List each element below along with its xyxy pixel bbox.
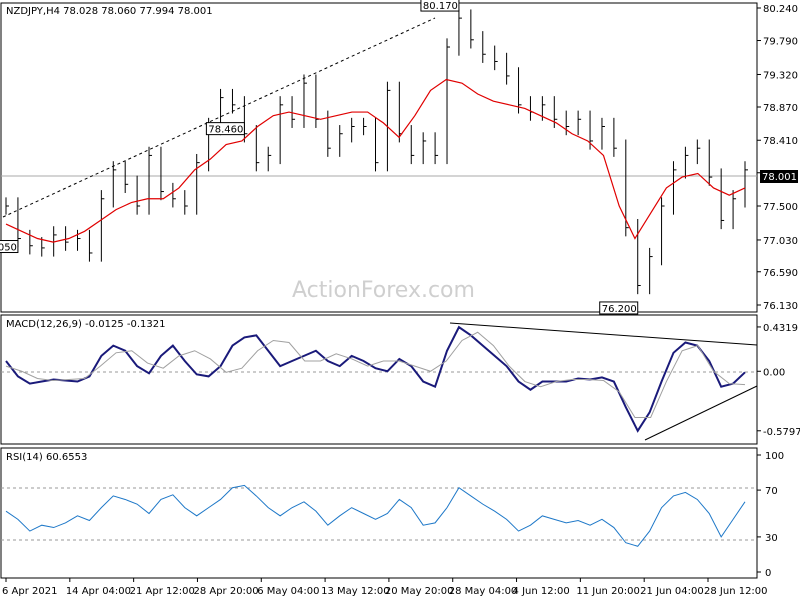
rsi-y-tick-label: 70: [765, 486, 778, 497]
x-axis: 6 Apr 2021 14 Apr 04:0021 Apr 12:0028 Apr…: [2, 578, 768, 597]
price-y-tick-label: 79.790: [763, 37, 798, 48]
price-annotation: 77.050: [0, 240, 19, 254]
macd-y-axis: 0.4319 0.00 -0.5797: [757, 323, 800, 438]
rsi-y-tick-label: 0: [765, 568, 771, 579]
x-tick-label: 20 May 20:00: [385, 586, 454, 597]
rsi-y-axis: 100 70 30 0: [757, 451, 784, 579]
price-annotation-label: 78.460: [208, 125, 243, 136]
last-price-value: 78.001: [762, 172, 797, 183]
macd-header: MACD(12,26,9) -0.0125 -0.1321: [6, 319, 166, 330]
price-y-tick-label: 77.500: [763, 202, 798, 213]
x-tick-label: 14 Apr 04:00: [66, 586, 131, 597]
price-annotation: 78.460: [205, 122, 245, 136]
x-tick-label: 28 Apr 20:00: [193, 586, 258, 597]
chart-figure: NZDJPY,H4 78.028 78.060 77.994 78.001 Ac…: [0, 0, 800, 597]
price-y-tick-label: 80.240: [763, 4, 798, 15]
price-y-tick-label: 77.030: [763, 236, 798, 247]
price-y-tick-label: 78.410: [763, 136, 798, 147]
x-tick-label: 6 May 04:00: [257, 586, 319, 597]
rsi-header: RSI(14) 60.6553: [6, 452, 87, 463]
price-header: NZDJPY,H4 78.028 78.060 77.994 78.001: [6, 6, 213, 17]
rsi-panel-frame: [0, 447, 758, 579]
x-tick-label: 28 Jun 12:00: [704, 586, 768, 597]
rsi-y-tick-label: 100: [765, 451, 784, 462]
price-annotation: 76.200: [599, 301, 639, 315]
price-panel: NZDJPY,H4 78.028 78.060 77.994 78.001 Ac…: [0, 0, 798, 315]
price-y-axis: 80.24079.79079.32078.87078.41077.96077.5…: [757, 4, 798, 312]
price-y-tick-label: 76.590: [763, 268, 798, 279]
rsi-y-tick-label: 30: [765, 533, 778, 544]
x-tick-label: 21 Apr 12:00: [130, 586, 195, 597]
macd-y-tick-label: -0.5797: [763, 427, 800, 438]
x-tick-label: 21 Jun 04:00: [640, 586, 704, 597]
last-price-badge: 78.001: [760, 170, 798, 183]
price-annotation: 80.170: [420, 0, 460, 12]
x-tick-label: 13 May 12:00: [321, 586, 390, 597]
price-annotation-label: 76.200: [602, 304, 637, 315]
macd-panel-frame: [0, 314, 758, 445]
price-annotation-label: 77.050: [0, 243, 17, 254]
price-panel-frame: [0, 2, 758, 313]
price-y-tick-label: 78.870: [763, 103, 798, 114]
x-tick-label: 6 Apr 2021: [2, 586, 57, 597]
price-y-tick-label: 79.320: [763, 70, 798, 81]
x-tick-label: 11 Jun 20:00: [576, 586, 640, 597]
price-annotation-label: 80.170: [423, 1, 458, 12]
rsi-panel: RSI(14) 60.6553 100 70 30 0: [0, 447, 784, 579]
x-tick-label: 4 Jun 12:00: [513, 586, 570, 597]
price-y-tick-label: 76.130: [763, 301, 798, 312]
watermark: ActionForex.com: [292, 278, 475, 303]
macd-y-tick-label: 0.4319: [763, 323, 798, 334]
x-tick-label: 28 May 04:00: [449, 586, 518, 597]
macd-panel: MACD(12,26,9) -0.0125 -0.1321 0.4319 0.00…: [0, 314, 800, 445]
macd-y-tick-label: 0.00: [763, 367, 785, 378]
